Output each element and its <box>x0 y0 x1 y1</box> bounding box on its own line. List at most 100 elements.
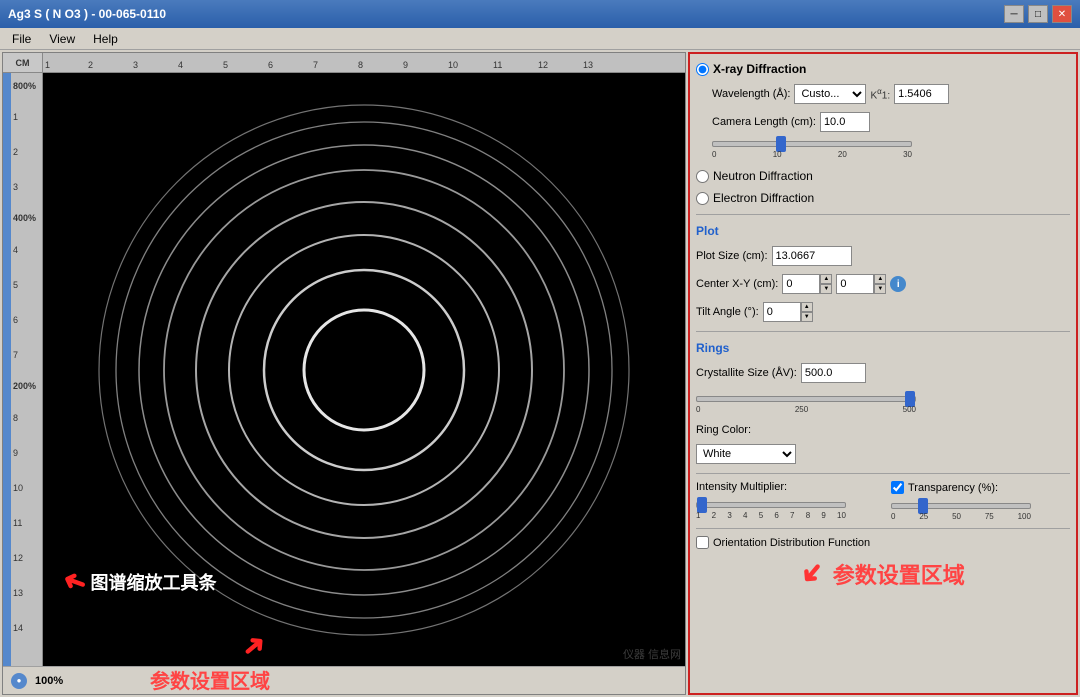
watermark: 仪器 信息网 <box>623 646 681 662</box>
crystallite-value[interactable] <box>801 363 866 383</box>
camera-tick-30: 30 <box>903 150 912 159</box>
transparency-checkbox[interactable] <box>891 481 904 494</box>
h-tick-13: 13 <box>583 60 628 70</box>
plot-size-row: Plot Size (cm): 13.0667 <box>696 246 1070 266</box>
v-tick-12: 12 <box>13 540 39 575</box>
crystallite-tick-500: 500 <box>903 405 916 414</box>
ring-color-label: Ring Color: <box>696 424 751 436</box>
h-tick-9: 9 <box>403 60 448 70</box>
v-tick-9: 9 <box>13 435 39 470</box>
divider-2 <box>696 331 1070 332</box>
center-x-arrows: ▲ ▼ <box>820 274 832 294</box>
canvas-area: 800% 1 2 3 400% 4 5 6 7 200% 8 9 10 11 1… <box>3 73 685 666</box>
center-y-value[interactable] <box>836 274 874 294</box>
camera-section: Camera Length (cm): 10.0 0 10 20 30 <box>696 110 1070 163</box>
diffraction-svg <box>74 90 654 650</box>
h-ruler-ticks: 1 2 3 4 5 6 7 8 9 10 11 12 13 <box>43 53 685 72</box>
zoom-value: 100% <box>35 675 63 687</box>
zoom-badge: ● <box>11 673 27 689</box>
close-button[interactable]: ✕ <box>1052 5 1072 23</box>
menu-help[interactable]: Help <box>85 30 126 48</box>
camera-tick-20: 20 <box>838 150 847 159</box>
tilt-up[interactable]: ▲ <box>801 302 813 312</box>
v-tick-5: 5 <box>13 267 39 302</box>
v-tick-13: 13 <box>13 575 39 610</box>
camera-row: Camera Length (cm): 10.0 <box>712 112 1070 132</box>
menubar: File View Help <box>0 28 1080 50</box>
center-y-up[interactable]: ▲ <box>874 274 886 284</box>
intensity-label: Intensity Multiplier: <box>696 481 875 493</box>
intensity-section: Intensity Multiplier: 1 2 3 4 5 6 7 8 9 … <box>696 481 875 520</box>
camera-label: Camera Length (cm): <box>712 116 816 128</box>
neutron-label: Neutron Diffraction <box>713 169 813 183</box>
center-x-down[interactable]: ▼ <box>820 284 832 294</box>
intensity-transparency-row: Intensity Multiplier: 1 2 3 4 5 6 7 8 9 … <box>696 481 1070 521</box>
ring-color-select-row: White Black Red Green Blue Yellow <box>696 444 1070 464</box>
plot-size-label: Plot Size (cm): <box>696 250 768 262</box>
bottom-bar: ● 100% ➜ 参数设置区域 <box>3 666 685 694</box>
tilt-spinbox: ▲ ▼ <box>763 302 813 322</box>
center-y-down[interactable]: ▼ <box>874 284 886 294</box>
h-tick-6: 6 <box>268 60 313 70</box>
v-tick-1: 1 <box>13 99 39 134</box>
diffraction-canvas: ➜ 图谱缩放工具条 仪器 信息网 <box>43 73 685 666</box>
tilt-angle-row: Tilt Angle (°): ▲ ▼ <box>696 302 1070 322</box>
plot-size-value[interactable]: 13.0667 <box>772 246 852 266</box>
main-container: CM 1 2 3 4 5 6 7 8 9 10 11 12 13 <box>0 50 1080 697</box>
v-tick-2: 2 <box>13 134 39 169</box>
params-annotation-area: ➜ 参数设置区域 <box>696 557 1070 590</box>
center-xy-row: Center X-Y (cm): ▲ ▼ ▲ ▼ i <box>696 274 1070 294</box>
intensity-slider[interactable] <box>696 502 846 508</box>
wavelength-row: Wavelength (Å): Custo... Kα1: 1.5406 <box>696 84 1070 104</box>
ring-color-dropdown[interactable]: White Black Red Green Blue Yellow <box>696 444 796 464</box>
divider-3 <box>696 473 1070 474</box>
zoom-800: 800% <box>13 73 39 99</box>
odf-checkbox[interactable] <box>696 536 709 549</box>
wavelength-dropdown[interactable]: Custo... <box>794 84 866 104</box>
h-tick-1: 1 <box>43 60 88 70</box>
menu-file[interactable]: File <box>4 30 39 48</box>
crystallite-slider-container: 0 250 500 <box>696 389 1070 418</box>
center-x-spinbox: ▲ ▼ <box>782 274 832 294</box>
crystallite-slider[interactable] <box>696 396 916 402</box>
params-label-zh: 参数设置区域 <box>150 665 270 694</box>
center-x-up[interactable]: ▲ <box>820 274 832 284</box>
crystallite-tick-250: 250 <box>795 405 808 414</box>
h-tick-7: 7 <box>313 60 358 70</box>
titlebar: Ag3 S ( N O3 ) - 00-065-0110 ─ □ ✕ <box>0 0 1080 28</box>
h-tick-11: 11 <box>493 60 538 70</box>
divider-1 <box>696 214 1070 215</box>
v-tick-11: 11 <box>13 505 39 540</box>
electron-label: Electron Diffraction <box>713 191 814 205</box>
tilt-value[interactable] <box>763 302 801 322</box>
menu-view[interactable]: View <box>41 30 83 48</box>
h-tick-2: 2 <box>88 60 133 70</box>
odf-label: Orientation Distribution Function <box>713 537 870 549</box>
ring-color-row: Ring Color: <box>696 424 1070 436</box>
crystallite-row: Crystallite Size (ÅV): <box>696 363 1070 383</box>
h-tick-3: 3 <box>133 60 178 70</box>
params-annotation-text: 参数设置区域 <box>833 558 965 590</box>
kalpha-value[interactable]: 1.5406 <box>894 84 949 104</box>
transparency-slider[interactable] <box>891 503 1031 509</box>
h-tick-8: 8 <box>358 60 403 70</box>
camera-tick-10: 10 <box>773 150 782 159</box>
minimize-button[interactable]: ─ <box>1004 5 1024 23</box>
center-x-value[interactable] <box>782 274 820 294</box>
xray-radio-row: X-ray Diffraction <box>696 62 1070 76</box>
cm-label: CM <box>3 53 43 73</box>
v-tick-6: 6 <box>13 302 39 337</box>
xray-radio[interactable] <box>696 63 709 76</box>
annotation-params: ➜ <box>242 629 265 662</box>
camera-value[interactable]: 10.0 <box>820 112 870 132</box>
restore-button[interactable]: □ <box>1028 5 1048 23</box>
electron-radio[interactable] <box>696 192 709 205</box>
v-tick-10: 10 <box>13 470 39 505</box>
info-icon[interactable]: i <box>890 276 906 292</box>
camera-slider[interactable] <box>712 141 912 147</box>
right-panel: X-ray Diffraction Wavelength (Å): Custo.… <box>688 52 1078 695</box>
left-panel: CM 1 2 3 4 5 6 7 8 9 10 11 12 13 <box>2 52 686 695</box>
neutron-radio[interactable] <box>696 170 709 183</box>
tilt-down[interactable]: ▼ <box>801 312 813 322</box>
camera-tick-0: 0 <box>712 150 716 159</box>
